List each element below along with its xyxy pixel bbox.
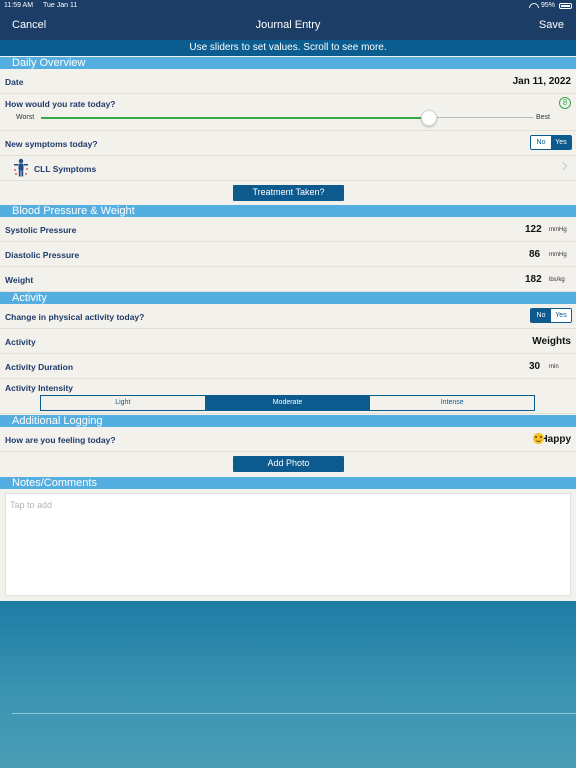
activity-label: Activity — [5, 337, 36, 347]
rating-label: How would you rate today? — [5, 99, 116, 109]
wifi-icon — [529, 3, 537, 9]
cll-symptoms-label: CLL Symptoms — [34, 164, 97, 174]
weight-value: 182 — [525, 274, 542, 285]
weight-unit: lbs/kg — [549, 277, 565, 283]
activity-duration-label: Activity Duration — [5, 362, 74, 372]
systolic-row[interactable]: Systolic Pressure 122 mmHg — [0, 217, 576, 242]
notes-placeholder: Tap to add — [10, 500, 53, 510]
date-label: Date — [5, 77, 24, 87]
weight-label: Weight — [5, 275, 34, 285]
diastolic-row[interactable]: Diastolic Pressure 86 mmHg — [0, 242, 576, 267]
activity-duration-row[interactable]: Activity Duration 30 min — [0, 354, 576, 379]
date-value: Jan 11, 2022 — [512, 76, 571, 87]
page-title: Journal Entry — [255, 19, 321, 31]
feeling-row[interactable]: How are you feeling today? Happy — [0, 427, 576, 452]
cancel-button[interactable]: Cancel — [12, 19, 46, 31]
battery-percent: 95% — [540, 2, 555, 9]
cll-symptoms-row[interactable]: CLL Symptoms — [0, 156, 576, 181]
activity-row[interactable]: Activity Weights — [0, 329, 576, 354]
symptoms-toggle[interactable]: No Yes — [530, 135, 572, 150]
section-header-blood-pressure: Blood Pressure & Weight — [0, 205, 576, 217]
activity-duration-value: 30 — [529, 361, 541, 372]
activity-change-yes-option[interactable]: Yes — [551, 309, 571, 322]
intensity-moderate-option[interactable]: Moderate — [204, 396, 370, 410]
slider-worst-label: Worst — [16, 114, 35, 121]
section-header-activity: Activity — [0, 292, 576, 304]
notes-textarea[interactable]: Tap to add — [5, 493, 571, 596]
intensity-intense-option[interactable]: Intense — [369, 396, 534, 410]
weight-row[interactable]: Weight 182 lbs/kg — [0, 267, 576, 292]
rating-slider-track[interactable] — [429, 117, 533, 118]
section-header-daily-overview: Daily Overview — [0, 57, 576, 69]
activity-change-no-option[interactable]: No — [531, 309, 551, 322]
date-row[interactable]: Date Jan 11, 2022 — [0, 69, 576, 94]
diastolic-value: 86 — [529, 249, 541, 260]
systolic-value: 122 — [525, 224, 542, 235]
symptoms-yes-option[interactable]: Yes — [551, 136, 571, 149]
symptoms-label: New symptoms today? — [5, 139, 98, 149]
section-header-additional-logging: Additional Logging — [0, 415, 576, 427]
intensity-light-option[interactable]: Light — [41, 396, 205, 410]
symptoms-no-option[interactable]: No — [531, 136, 551, 149]
activity-duration-unit: min — [549, 364, 559, 370]
smiley-icon — [533, 433, 544, 444]
treatment-taken-button[interactable]: Treatment Taken? — [233, 185, 344, 201]
status-bar: 11:59 AM Tue Jan 11 95% — [4, 2, 572, 12]
footer-divider — [12, 713, 576, 714]
symptoms-row: New symptoms today? — [0, 131, 576, 156]
systolic-unit: mmHg — [549, 227, 567, 233]
feeling-label: How are you feeling today? — [5, 435, 116, 445]
battery-icon — [559, 2, 572, 9]
footer-background — [0, 601, 576, 768]
rating-value-badge: 8 — [559, 97, 571, 109]
feeling-value: Happy — [540, 434, 571, 445]
rating-slider-fill[interactable] — [41, 117, 429, 119]
activity-change-label: Change in physical activity today? — [5, 312, 145, 322]
add-photo-button[interactable]: Add Photo — [233, 456, 344, 472]
slider-best-label: Best — [536, 114, 551, 121]
body-figure-icon — [11, 158, 31, 178]
top-bar: 11:59 AM Tue Jan 11 95% Cancel Journal E… — [0, 0, 576, 40]
activity-intensity-label: Activity Intensity — [5, 383, 74, 393]
status-date: Tue Jan 11 — [43, 2, 78, 9]
rating-row: How would you rate today? — [0, 94, 576, 131]
intensity-segmented-control[interactable]: Light Moderate Intense — [40, 395, 535, 411]
rating-slider-thumb[interactable] — [421, 110, 437, 126]
diastolic-label: Diastolic Pressure — [5, 250, 80, 260]
save-button[interactable]: Save — [539, 19, 564, 31]
status-time: 11:59 AM — [4, 2, 34, 9]
section-header-notes: Notes/Comments — [0, 477, 576, 489]
diastolic-unit: mmHg — [549, 252, 567, 258]
activity-value: Weights — [532, 336, 571, 347]
instruction-banner: Use sliders to set values. Scroll to see… — [0, 40, 576, 56]
systolic-label: Systolic Pressure — [5, 225, 77, 235]
activity-change-toggle[interactable]: No Yes — [530, 308, 572, 323]
activity-change-row: Change in physical activity today? — [0, 304, 576, 329]
